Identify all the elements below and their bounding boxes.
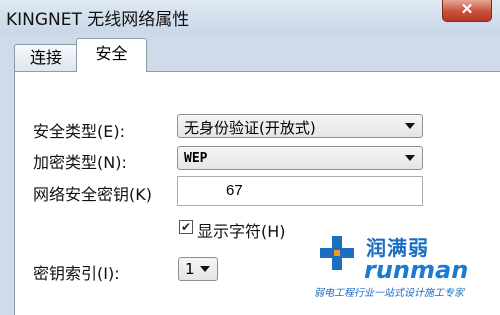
chevron-down-icon — [405, 155, 415, 161]
chevron-down-icon — [405, 123, 415, 129]
key-index-label: 密钥索引(I): — [33, 264, 120, 283]
security-key-input[interactable]: 67 — [177, 176, 423, 206]
security-type-value: 无身份验证(开放式) — [184, 119, 316, 137]
key-index-value: 1 — [185, 260, 195, 278]
security-key-label: 网络安全密钥(K) — [33, 185, 152, 204]
security-type-label: 安全类型(E): — [33, 122, 125, 141]
watermark: 润满弱 runman 弱电工程行业一站式设计施工专家 — [308, 228, 494, 313]
key-index-select[interactable]: 1 — [178, 257, 218, 281]
window-title: KINGNET 无线网络属性 — [6, 10, 190, 30]
close-icon: ✕ — [460, 1, 474, 18]
tab-connection[interactable]: 连接 — [14, 44, 78, 71]
encryption-type-label: 加密类型(N): — [33, 153, 127, 172]
security-key-value: 67 — [226, 182, 243, 199]
tab-security[interactable]: 安全 — [76, 38, 147, 72]
watermark-slogan: 弱电工程行业一站式设计施工专家 — [314, 288, 464, 299]
security-type-select[interactable]: 无身份验证(开放式) — [177, 114, 423, 138]
encryption-type-value: WEP — [184, 151, 208, 166]
tab-strip: 连接 安全 — [0, 34, 500, 72]
checkmark-icon: ✔ — [180, 220, 192, 234]
watermark-brand-en: runman — [364, 256, 469, 284]
show-characters-checkbox[interactable]: ✔ — [179, 220, 193, 234]
close-button[interactable]: ✕ — [442, 0, 492, 22]
show-characters-label[interactable]: 显示字符(H) — [197, 218, 286, 242]
title-bar: KINGNET 无线网络属性 ✕ — [0, 0, 500, 34]
brand-logo-icon — [320, 236, 354, 270]
encryption-type-select[interactable]: WEP — [177, 146, 423, 170]
chevron-down-icon — [200, 266, 210, 272]
